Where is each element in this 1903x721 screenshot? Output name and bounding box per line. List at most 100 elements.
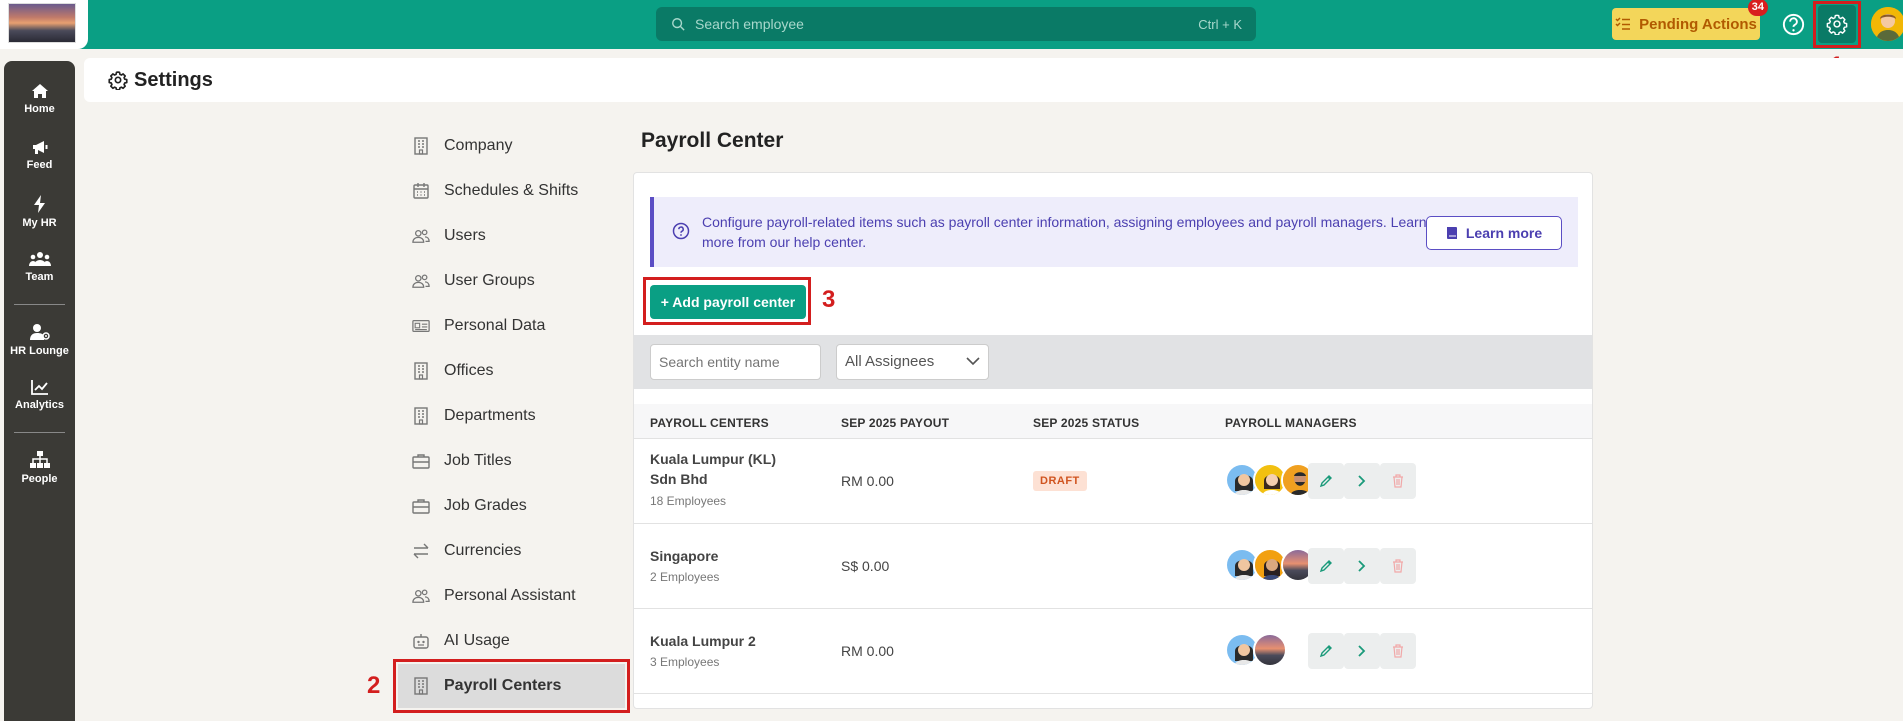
delete-button[interactable] [1380,463,1416,499]
chevron-right-icon [1358,560,1366,572]
settings-menu-label: Job Titles [444,452,512,469]
briefcase-icon [412,454,430,469]
employee-count: 3 Employees [650,655,720,669]
checklist-icon [1615,17,1631,30]
settings-menu-label: Job Grades [444,497,527,514]
annotation-box-1 [1813,1,1861,48]
settings-menu-currencies[interactable]: Currencies [412,536,521,566]
delete-button[interactable] [1380,548,1416,584]
nav-my-hr-label: My HR [22,217,57,229]
settings-menu-offices[interactable]: Offices [412,356,494,386]
settings-menu-label: Currencies [444,542,522,559]
nav-home-label: Home [24,103,55,115]
nav-home[interactable]: Home [4,83,75,115]
help-icon[interactable] [1780,11,1807,38]
chevron-right-icon [1358,475,1366,487]
building-icon [414,137,428,155]
nav-analytics[interactable]: Analytics [4,379,75,411]
employee-count: 18 Employees [650,494,727,508]
nav-people[interactable]: People [4,451,75,485]
briefcase-icon [412,499,430,514]
edit-button[interactable] [1308,548,1344,584]
settings-menu-label: Users [444,227,486,244]
settings-menu-users[interactable]: Users [412,221,486,251]
robot-icon [413,634,429,649]
open-button[interactable] [1344,463,1380,499]
assignees-select[interactable]: All Assignees [836,344,989,380]
payout-value: RM 0.00 [841,643,894,659]
learn-more-button[interactable]: Learn more [1426,216,1562,250]
settings-menu-user-groups[interactable]: User Groups [412,266,535,296]
table-row[interactable]: Kuala Lumpur 2 3 Employees RM 0.00 [634,609,1592,694]
settings-menu-job-grades[interactable]: Job Grades [412,491,527,521]
settings-menu-ai-usage[interactable]: AI Usage [412,626,510,656]
edit-button[interactable] [1308,463,1344,499]
building-icon [414,362,428,380]
settings-menu-label: Company [444,137,513,154]
table-row[interactable]: Singapore 2 Employees S$ 0.00 [634,524,1592,609]
users-icon [412,274,430,288]
trash-icon [1393,474,1403,488]
avatar [1253,633,1287,667]
assignees-select-value: All Assignees [845,353,935,370]
search-entity-input[interactable] [650,344,821,380]
employee-search[interactable]: Search employee Ctrl + K [656,7,1256,41]
payout-value: S$ 0.00 [841,558,890,574]
settings-menu-departments[interactable]: Departments [412,401,536,431]
nav-divider [14,304,65,305]
nav-hr-lounge-label: HR Lounge [10,345,69,357]
nav-analytics-label: Analytics [15,399,64,411]
question-icon [672,222,690,240]
nav-team[interactable]: Team [4,251,75,283]
book-icon [1446,227,1457,239]
payroll-center-name[interactable]: Kuala Lumpur 2 [650,631,790,651]
annotation-box-2 [393,659,630,713]
megaphone-icon [32,141,47,154]
table-header: PAYROLL CENTERS SEP 2025 PAYOUT SEP 2025… [634,404,1592,439]
settings-menu-personal-data[interactable]: Personal Data [412,311,545,341]
annotation-number-3: 3 [822,286,836,313]
info-banner: Configure payroll-related items such as … [650,197,1578,267]
nav-feed[interactable]: Feed [4,139,75,171]
payroll-managers [1225,548,1315,582]
settings-menu-job-titles[interactable]: Job Titles [412,446,512,476]
settings-menu-schedules[interactable]: Schedules & Shifts [412,176,578,206]
delete-button[interactable] [1380,633,1416,669]
settings-menu-label: User Groups [444,272,535,289]
table-row[interactable]: Kuala Lumpur (KL) Sdn Bhd 18 Employees R… [634,439,1592,524]
edit-button[interactable] [1308,633,1344,669]
learn-more-label: Learn more [1465,225,1543,241]
payroll-center-name[interactable]: Kuala Lumpur (KL) Sdn Bhd [650,449,790,489]
user-avatar-image [1871,7,1903,41]
search-shortcut: Ctrl + K [1198,16,1242,32]
payout-value: RM 0.00 [841,473,894,489]
open-button[interactable] [1344,633,1380,669]
company-logo[interactable] [0,0,88,49]
annotation-number-2: 2 [367,672,381,699]
search-placeholder: Search employee [695,16,804,32]
settings-menu-label: Schedules & Shifts [444,182,579,199]
user-avatar[interactable] [1871,7,1903,41]
settings-menu-personal-assistant[interactable]: Personal Assistant [412,581,576,611]
nav-my-hr[interactable]: My HR [4,195,75,229]
nav-divider [14,432,65,433]
users-icon [412,229,430,243]
pencil-icon [1319,475,1332,488]
page-title: Settings [134,68,213,91]
nav-people-label: People [21,473,58,485]
search-icon [672,18,685,31]
settings-menu-label: Departments [444,407,536,424]
pending-actions-button[interactable]: Pending Actions 34 [1612,0,1768,40]
nav-hr-lounge[interactable]: HR Lounge [4,323,75,357]
open-button[interactable] [1344,548,1380,584]
team-icon [28,252,51,266]
home-icon [31,84,48,98]
column-header: SEP 2025 STATUS [1033,416,1140,430]
pending-actions-label: Pending Actions [1639,15,1757,33]
arrows-icon [413,543,429,559]
settings-menu-label: Personal Assistant [444,587,576,604]
annotation-box-3 [643,277,811,325]
settings-menu-company[interactable]: Company [412,131,512,161]
building-icon [414,407,428,425]
payroll-center-name[interactable]: Singapore [650,546,790,566]
